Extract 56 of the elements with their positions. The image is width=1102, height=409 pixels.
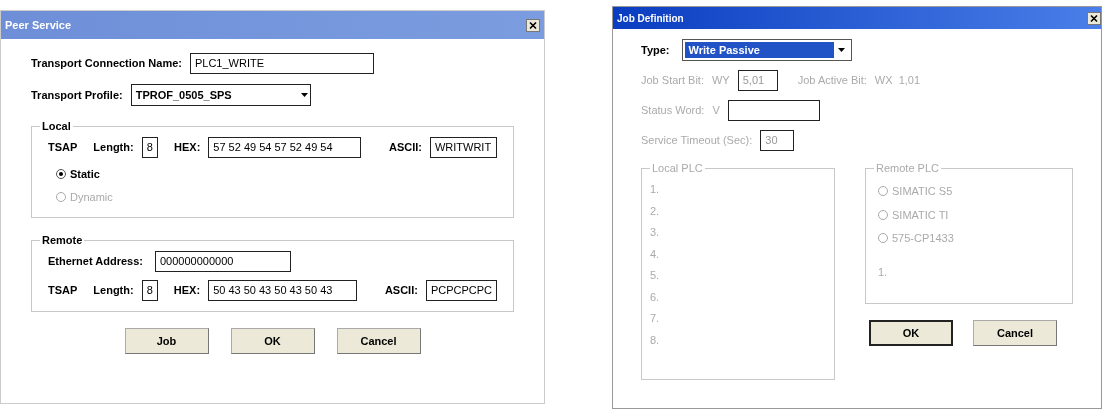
caret-icon [300,93,308,97]
field-label: Length: [93,140,134,156]
dialog-button[interactable]: Cancel [973,320,1057,346]
field-label: ASCII: [388,140,422,156]
field-label: Ethernet Address: [48,254,143,270]
hex-field[interactable]: 50 43 50 43 50 43 50 43 [208,280,357,301]
dialog-button[interactable]: OK [869,320,953,346]
dialog-button[interactable]: OK [230,328,315,354]
close-icon[interactable] [1087,11,1101,25]
field-label: Transport Connection Name: [31,56,182,72]
connection-name-field[interactable]: PLC1_WRITE [189,53,374,74]
ascii-field[interactable]: PCPCPCPC [425,280,497,301]
caret-icon [837,48,845,52]
field-label: ASCII: [384,283,418,299]
field-label: Transport Profile: [31,87,123,103]
profile-dropdown[interactable]: TPROF_0505_SPS [130,84,311,106]
field-label: TSAP [48,140,78,156]
field-label: 2. [650,203,661,219]
field-label: 7. [650,311,661,326]
hex-field[interactable]: 57 52 49 54 57 52 49 54 [208,137,361,158]
field-label: V [712,103,720,119]
status-word-field[interactable] [727,100,820,121]
window-title: Peer Service [5,17,72,33]
length-field[interactable]: 8 [141,280,158,301]
radio-label: Static [70,167,100,182]
field-label: 1. [650,182,661,197]
field-label: 8. [650,332,661,348]
field-label: WY [712,73,730,89]
radio-label: 575-CP1433 [892,231,954,246]
radio-label: SIMATIC S5 [892,184,953,199]
field-label: Length: [93,283,134,299]
field-label: Status Word: [641,103,705,119]
ascii-field[interactable]: WRITWRIT [429,137,497,158]
length-field[interactable]: 8 [141,137,158,158]
field-label: 4. [650,246,661,262]
ethernet-address-field[interactable]: 000000000000 [154,251,291,272]
field-label: Type: [641,42,670,58]
field-label: Job Active Bit: [797,73,867,89]
field-label: 1. [878,264,889,280]
field-label: WX 1,01 [874,73,921,89]
window-title: Job Definition [617,11,684,26]
close-icon[interactable] [526,18,540,32]
dropdown-value: Write Passive [684,41,834,59]
dialog-button[interactable]: Job [124,328,209,354]
type-dropdown[interactable]: Write Passive [681,39,852,61]
radio-label: Dynamic [70,189,113,205]
field-label: 3. [650,225,661,240]
field-label: Job Start Bit: [641,73,704,89]
field-label: Service Timeout (Sec): [641,133,753,149]
field-label: HEX: [174,140,201,156]
field-label: HEX: [173,283,201,299]
field-label: 6. [650,289,661,305]
dialog-button[interactable]: Cancel [336,328,421,354]
field-label: 5. [650,268,661,283]
radio-label: SIMATIC TI [892,207,949,223]
field-label: TSAP [48,283,78,299]
